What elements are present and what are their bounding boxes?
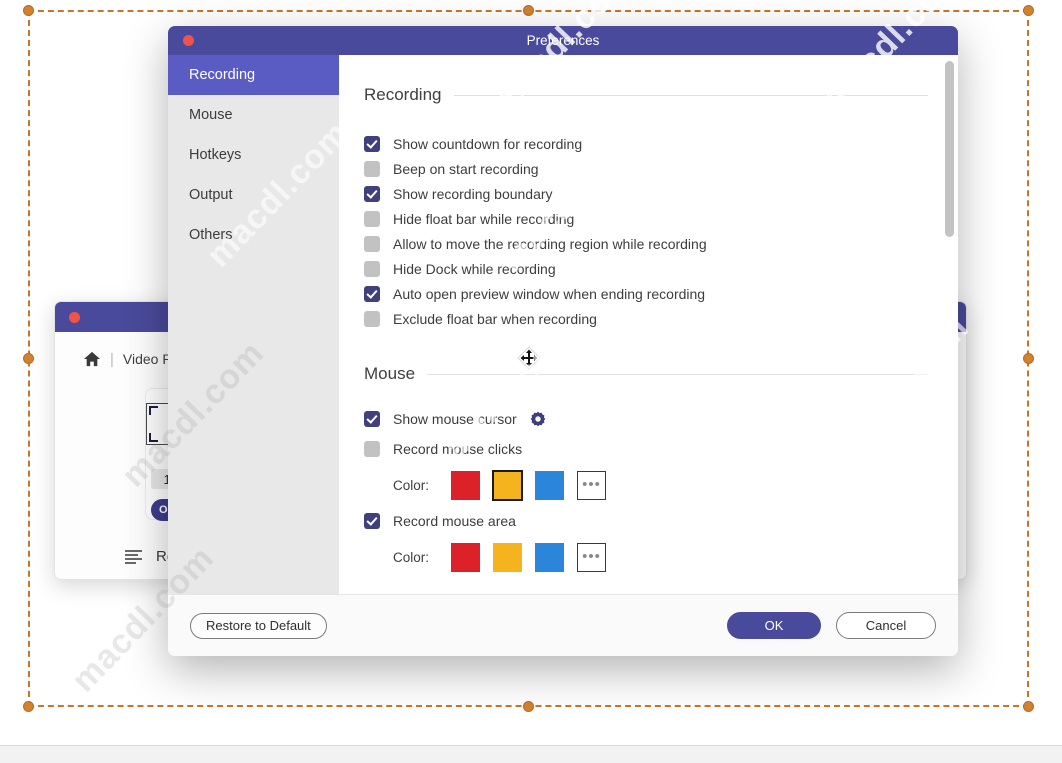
color-swatch-red[interactable] [451,542,480,572]
sidebar-item-label: Hotkeys [189,147,242,163]
preferences-dialog[interactable]: Preferences Recording Mouse Hotkeys Outp… [168,26,958,656]
color-swatch-yellow[interactable] [493,542,522,572]
sidebar-item-label: Mouse [189,107,233,123]
sidebar-item-label: Recording [189,67,256,83]
boundary-handle-top-center[interactable] [523,5,534,16]
desktop-bottom-strip [0,745,1062,763]
screen-root: | Video Re Full 1000 ON [0,0,1062,763]
section-divider [427,373,928,375]
restore-to-default-button[interactable]: Restore to Default [190,612,327,639]
option-exclude-float-bar[interactable]: Exclude float bar when recording [364,306,958,331]
option-label: Beep on start recording [393,160,539,177]
preferences-body: Recording Mouse Hotkeys Output Others Re… [168,55,958,625]
option-label: Allow to move the recording region while… [393,235,707,252]
home-icon[interactable] [83,351,101,367]
option-label: Record mouse area [393,513,516,529]
option-label: Show mouse cursor [393,411,517,427]
sidebar-item-recording[interactable]: Recording [168,55,339,95]
move-cursor-icon [517,346,541,370]
gear-icon[interactable] [530,411,546,427]
boundary-handle-bottom-right[interactable] [1023,701,1034,712]
section-title: Recording [364,85,442,104]
option-beep-on-start[interactable]: Beep on start recording [364,156,958,181]
option-auto-open-preview[interactable]: Auto open preview window when ending rec… [364,281,958,306]
content-scrollbar[interactable] [945,59,954,619]
option-hide-float-bar[interactable]: Hide float bar while recording [364,206,958,231]
checkbox-checked-icon[interactable] [364,135,380,152]
option-show-mouse-cursor[interactable]: Show mouse cursor [364,404,958,434]
color-swatch-blue[interactable] [535,470,564,500]
close-icon[interactable] [69,312,80,323]
ok-button[interactable]: OK [727,612,821,639]
checkbox-unchecked-icon[interactable] [364,210,380,227]
option-label: Auto open preview window when ending rec… [393,285,706,302]
option-label: Show recording boundary [393,185,553,202]
option-show-countdown[interactable]: Show countdown for recording [364,131,958,156]
color-label: Color: [393,477,430,493]
option-show-recording-boundary[interactable]: Show recording boundary [364,181,958,206]
breadcrumb-divider: | [110,350,114,368]
list-icon[interactable] [125,549,142,564]
checkbox-checked-icon[interactable] [364,513,380,529]
option-label: Hide Dock while recording [393,260,556,277]
checkbox-checked-icon[interactable] [364,285,380,302]
capture-corner-tl [149,406,158,415]
checkbox-checked-icon[interactable] [364,185,380,202]
preferences-sidebar: Recording Mouse Hotkeys Output Others [168,55,339,625]
section-divider [453,94,928,96]
sidebar-item-output[interactable]: Output [168,175,339,215]
section-title: Mouse [364,364,416,383]
color-swatch-red[interactable] [451,470,480,500]
color-label: Color: [393,549,430,565]
boundary-handle-top-right[interactable] [1023,5,1034,16]
capture-corner-bl [149,433,158,442]
preferences-titlebar: Preferences [168,26,958,55]
color-swatch-blue[interactable] [535,542,564,572]
close-icon[interactable] [183,35,194,46]
option-record-mouse-area[interactable]: Record mouse area [364,506,958,536]
option-label: Record mouse clicks [393,441,523,457]
color-more-button[interactable]: ••• [577,542,606,572]
checkbox-unchecked-icon[interactable] [364,160,380,177]
section-header-recording: Recording [364,85,958,105]
option-hide-dock[interactable]: Hide Dock while recording [364,256,958,281]
option-allow-move-region[interactable]: Allow to move the recording region while… [364,231,958,256]
sidebar-item-label: Output [189,187,233,203]
preferences-footer: Restore to Default OK Cancel [168,594,958,656]
option-label: Exclude float bar when recording [393,310,597,327]
boundary-handle-middle-left[interactable] [23,353,34,364]
checkbox-unchecked-icon[interactable] [364,310,380,327]
sidebar-item-hotkeys[interactable]: Hotkeys [168,135,339,175]
checkbox-checked-icon[interactable] [364,411,380,427]
boundary-handle-bottom-left[interactable] [23,701,34,712]
color-row-clicks: Color: ••• [393,464,958,506]
boundary-handle-top-left[interactable] [23,5,34,16]
color-row-area: Color: ••• [393,536,958,578]
sidebar-item-others[interactable]: Others [168,215,339,255]
page-title: Preferences [526,33,600,48]
sidebar-item-mouse[interactable]: Mouse [168,95,339,135]
scrollbar-thumb[interactable] [945,61,954,237]
option-label: Hide float bar while recording [393,210,575,227]
checkbox-unchecked-icon[interactable] [364,260,380,277]
option-label: Show countdown for recording [393,135,583,152]
preferences-content: Recording Show countdown for recording B… [339,55,958,625]
checkbox-unchecked-icon[interactable] [364,235,380,252]
checkbox-unchecked-icon[interactable] [364,441,380,457]
color-swatch-yellow-selected[interactable] [492,469,523,501]
color-more-button[interactable]: ••• [577,470,606,500]
boundary-handle-bottom-center[interactable] [523,701,534,712]
boundary-handle-middle-right[interactable] [1023,353,1034,364]
section-header-mouse: Mouse [364,364,958,384]
option-record-mouse-clicks[interactable]: Record mouse clicks [364,434,958,464]
sidebar-item-label: Others [189,227,233,243]
cancel-button[interactable]: Cancel [836,612,936,639]
